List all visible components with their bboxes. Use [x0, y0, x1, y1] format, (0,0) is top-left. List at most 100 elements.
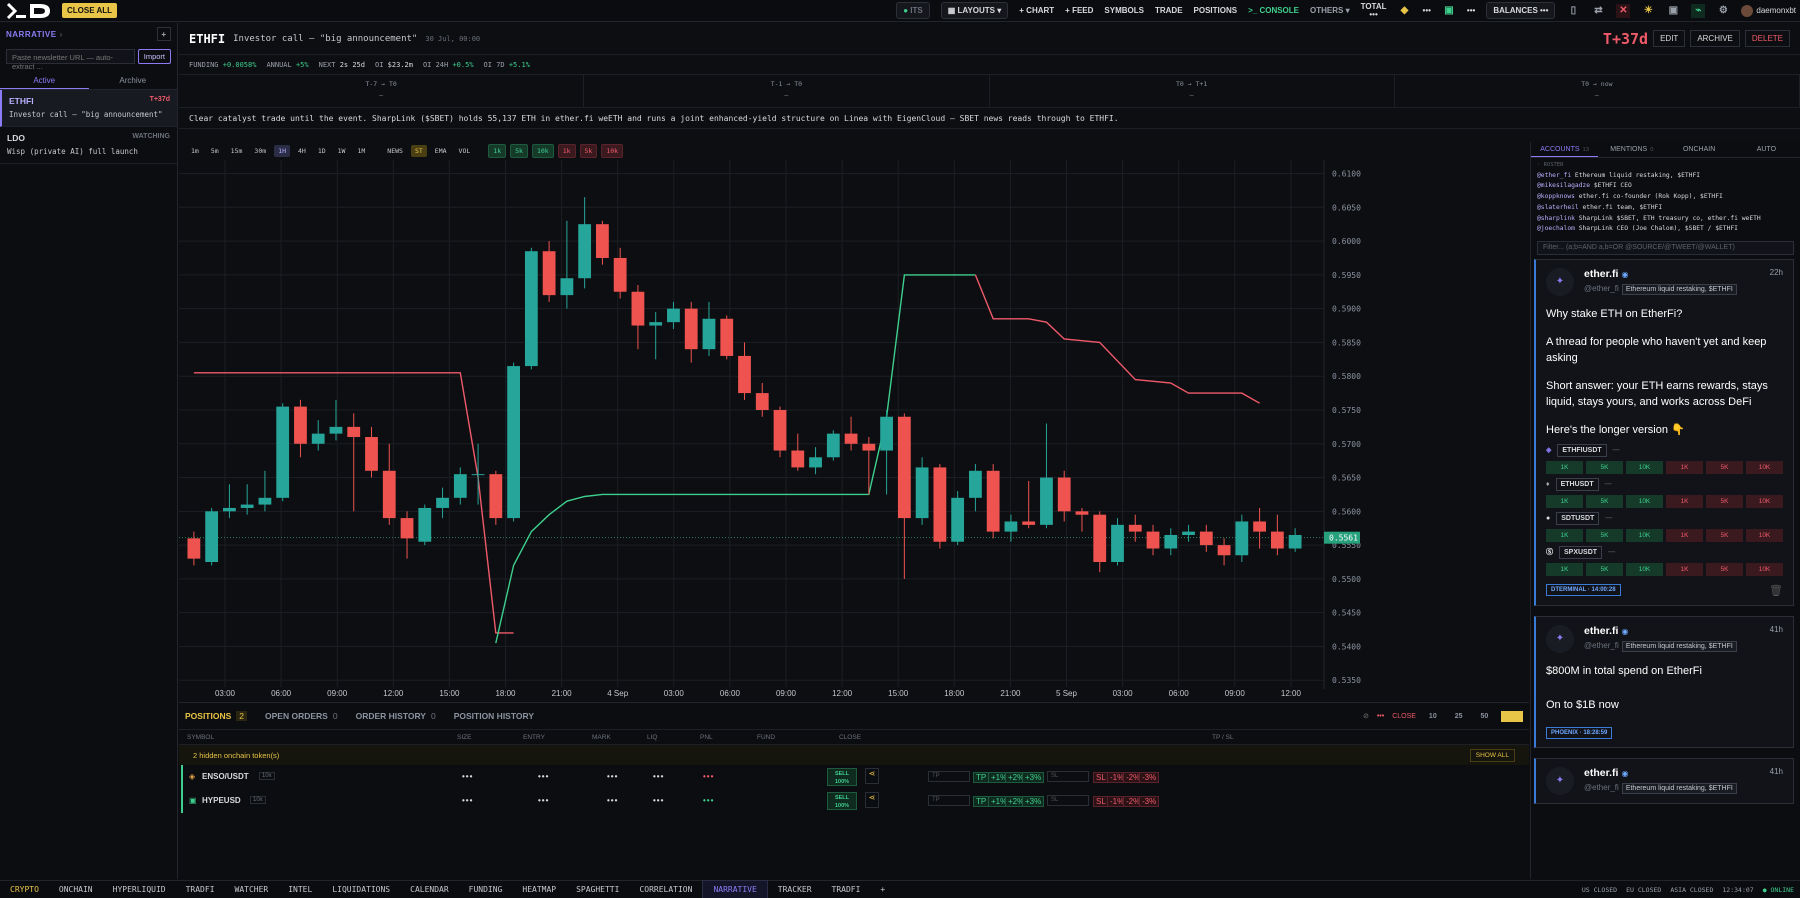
trade-button[interactable]: TRADE — [1155, 6, 1183, 15]
tab-auto[interactable]: AUTO — [1733, 142, 1800, 157]
roster-item[interactable]: @mikesilagadze $ETHFI CEO — [1537, 181, 1794, 192]
tf-1d[interactable]: 1D — [314, 145, 330, 157]
ind-supertrend[interactable]: ST — [410, 145, 427, 157]
roster-item[interactable]: @slaterheil ether.fi team, $ETHFI — [1537, 203, 1794, 214]
tab-tradfi[interactable]: TRADFI — [176, 881, 225, 898]
feed-filter-input[interactable]: Filter... (a;b=AND a,b=OR @SOURCE/@TWEET… — [1537, 240, 1794, 255]
sell-10k-button[interactable]: 10k — [601, 144, 624, 158]
tab-narrative[interactable]: NARRATIVE — [702, 880, 768, 898]
buy-1k-button[interactable]: 1K — [1546, 562, 1583, 576]
import-button[interactable]: Import — [137, 49, 171, 64]
tf-1w[interactable]: 1W — [334, 145, 350, 157]
tab-tradfi-2[interactable]: TRADFI — [822, 881, 871, 898]
buy-5k-button[interactable]: 5K — [1586, 494, 1623, 508]
close-all-button[interactable]: CLOSE ALL — [62, 3, 118, 18]
symbols-button[interactable]: SYMBOLS — [1104, 6, 1144, 15]
ticker-name[interactable]: SPXUSDT — [1559, 545, 1603, 559]
tweet-card[interactable]: ✦ ether.fi ◉ @ether_fi Ethereum liquid re… — [1534, 615, 1794, 748]
sell-100-button[interactable]: SELL 100% — [827, 768, 857, 786]
tp-3-chip[interactable]: +3% — [1022, 772, 1045, 783]
sl-3-chip[interactable]: -3% — [1139, 772, 1160, 783]
narrative-item-ldo[interactable]: LDO WATCHING Wisp (private AI) full launc… — [0, 127, 177, 164]
tab-heatmap[interactable]: HEATMAP — [512, 881, 566, 898]
tab-active[interactable]: Active — [0, 72, 89, 89]
buy-5k-button[interactable]: 5K — [1586, 528, 1623, 542]
buy-1k-button[interactable]: 1K — [1546, 494, 1583, 508]
sl-input[interactable]: SL — [1047, 771, 1089, 782]
sell-5k-button[interactable]: 5K — [1706, 494, 1743, 508]
sell-10k-button[interactable]: 10K — [1746, 494, 1783, 508]
hide-icon[interactable]: ⊘ — [1363, 712, 1369, 720]
ind-news[interactable]: NEWS — [383, 145, 407, 157]
tab-crypto[interactable]: CRYPTO — [0, 881, 49, 898]
buy-10k-button[interactable]: 10K — [1626, 528, 1663, 542]
tab-correlation[interactable]: CORRELATION — [629, 881, 702, 898]
close-size-100[interactable]: 100 — [1501, 710, 1523, 722]
sell-1k-button[interactable]: 1K — [1666, 460, 1703, 474]
balances-button[interactable]: BALANCES ••• — [1486, 2, 1556, 19]
tab-intel[interactable]: INTEL — [278, 881, 322, 898]
position-row-enso[interactable]: ◈ ENSO/USDT 10x ••• ••• ••• ••• ••• SELL… — [181, 765, 1529, 789]
sell-5k-button[interactable]: 5K — [1706, 460, 1743, 474]
tab-mentions[interactable]: MENTIONS 0 — [1598, 142, 1665, 157]
tweet-card[interactable]: ✦ ether.fi ◉ @ether_fi Ethereum liquid re… — [1534, 757, 1794, 804]
tab-open-orders[interactable]: OPEN ORDERS 0 — [265, 711, 338, 721]
gear-icon[interactable]: ⚙ — [1716, 4, 1730, 18]
tab-calendar[interactable]: CALENDAR — [400, 881, 459, 898]
binance-icon[interactable]: ◆ — [1398, 4, 1412, 18]
tab-funding[interactable]: FUNDING — [459, 881, 513, 898]
sell-1k-button[interactable]: 1K — [1666, 528, 1703, 542]
tf-1h[interactable]: 1H — [274, 145, 290, 157]
sl-input[interactable]: SL — [1047, 795, 1089, 806]
share-icon[interactable]: ⋖ — [865, 768, 879, 784]
tf-1mo[interactable]: 1M — [353, 145, 369, 157]
buy-1k-button[interactable]: 1k — [488, 144, 507, 158]
delete-button[interactable]: DELETE — [1744, 30, 1790, 47]
add-feed-button[interactable]: + FEED — [1065, 6, 1093, 15]
roster-item[interactable]: @joechalom SharpLink CEO (Joe Chalom), $… — [1537, 224, 1794, 235]
sell-1k-button[interactable]: 1K — [1666, 562, 1703, 576]
tab-accounts[interactable]: ACCOUNTS 13 — [1531, 142, 1599, 157]
sl-3-chip[interactable]: -3% — [1139, 796, 1160, 807]
close-all-dots[interactable]: ••• — [1377, 713, 1384, 720]
mute-icon[interactable]: ✕ — [1616, 3, 1631, 18]
tf-30m[interactable]: 30m — [250, 145, 270, 157]
ticker-name[interactable]: ETHUSDT — [1555, 477, 1599, 491]
buy-1k-button[interactable]: 1K — [1546, 460, 1583, 474]
buy-10k-button[interactable]: 10K — [1626, 562, 1663, 576]
tf-1m[interactable]: 1m — [187, 145, 203, 157]
position-row-hype[interactable]: ▣ HYPEUSD 10x ••• ••• ••• ••• ••• SELL 10… — [181, 789, 1529, 813]
show-all-button[interactable]: SHOW ALL — [1469, 748, 1515, 762]
swap-icon[interactable]: ⇄ — [1591, 4, 1605, 18]
sell-1k-button[interactable]: 1K — [1666, 494, 1703, 508]
tp-3-chip[interactable]: +3% — [1022, 796, 1045, 807]
ticker-name[interactable]: ETHFIUSDT — [1557, 443, 1607, 457]
sell-5k-button[interactable]: 5k — [579, 144, 598, 158]
sell-5k-button[interactable]: 5K — [1706, 562, 1743, 576]
buy-10k-button[interactable]: 10K — [1626, 460, 1663, 474]
buy-10k-button[interactable]: 10K — [1626, 494, 1663, 508]
tab-tracker[interactable]: TRACKER — [768, 881, 822, 898]
tab-position-history[interactable]: POSITION HISTORY — [454, 711, 534, 721]
tab-positions[interactable]: POSITIONS 2 — [185, 711, 248, 721]
tab-hyperliquid[interactable]: HYPERLIQUID — [103, 881, 176, 898]
tab-liquidations[interactable]: LIQUIDATIONS — [322, 881, 400, 898]
trash-icon[interactable]: 🗑 — [1769, 584, 1783, 597]
tf-15m[interactable]: 15m — [227, 145, 247, 157]
tab-order-history[interactable]: ORDER HISTORY 0 — [356, 711, 436, 721]
price-chart[interactable]: 0.6100 0.6050 0.6000 0.5950 0.5900 0.5850 0.58… — [179, 142, 1529, 700]
tab-onchain[interactable]: ONCHAIN — [1666, 142, 1733, 157]
console-button[interactable]: >_ CONSOLE — [1248, 6, 1299, 15]
sell-5k-button[interactable]: 5K — [1706, 528, 1743, 542]
lock-icon[interactable]: ▣ — [1666, 4, 1680, 18]
tab-watcher[interactable]: WATCHER — [225, 881, 279, 898]
buy-5k-button[interactable]: 5K — [1586, 460, 1623, 474]
tab-onchain[interactable]: ONCHAIN — [49, 881, 103, 898]
buy-1k-button[interactable]: 1K — [1546, 528, 1583, 542]
positions-button[interactable]: POSITIONS — [1194, 6, 1238, 15]
tweet-card[interactable]: ✦ ether.fi ◉ @ether_fi Ethereum liquid re… — [1534, 258, 1794, 606]
ind-ema[interactable]: EMA — [431, 145, 451, 157]
buy-10k-button[interactable]: 10k — [531, 144, 554, 158]
close-size-25[interactable]: 25 — [1450, 711, 1468, 722]
tab-archive[interactable]: Archive — [89, 72, 178, 89]
